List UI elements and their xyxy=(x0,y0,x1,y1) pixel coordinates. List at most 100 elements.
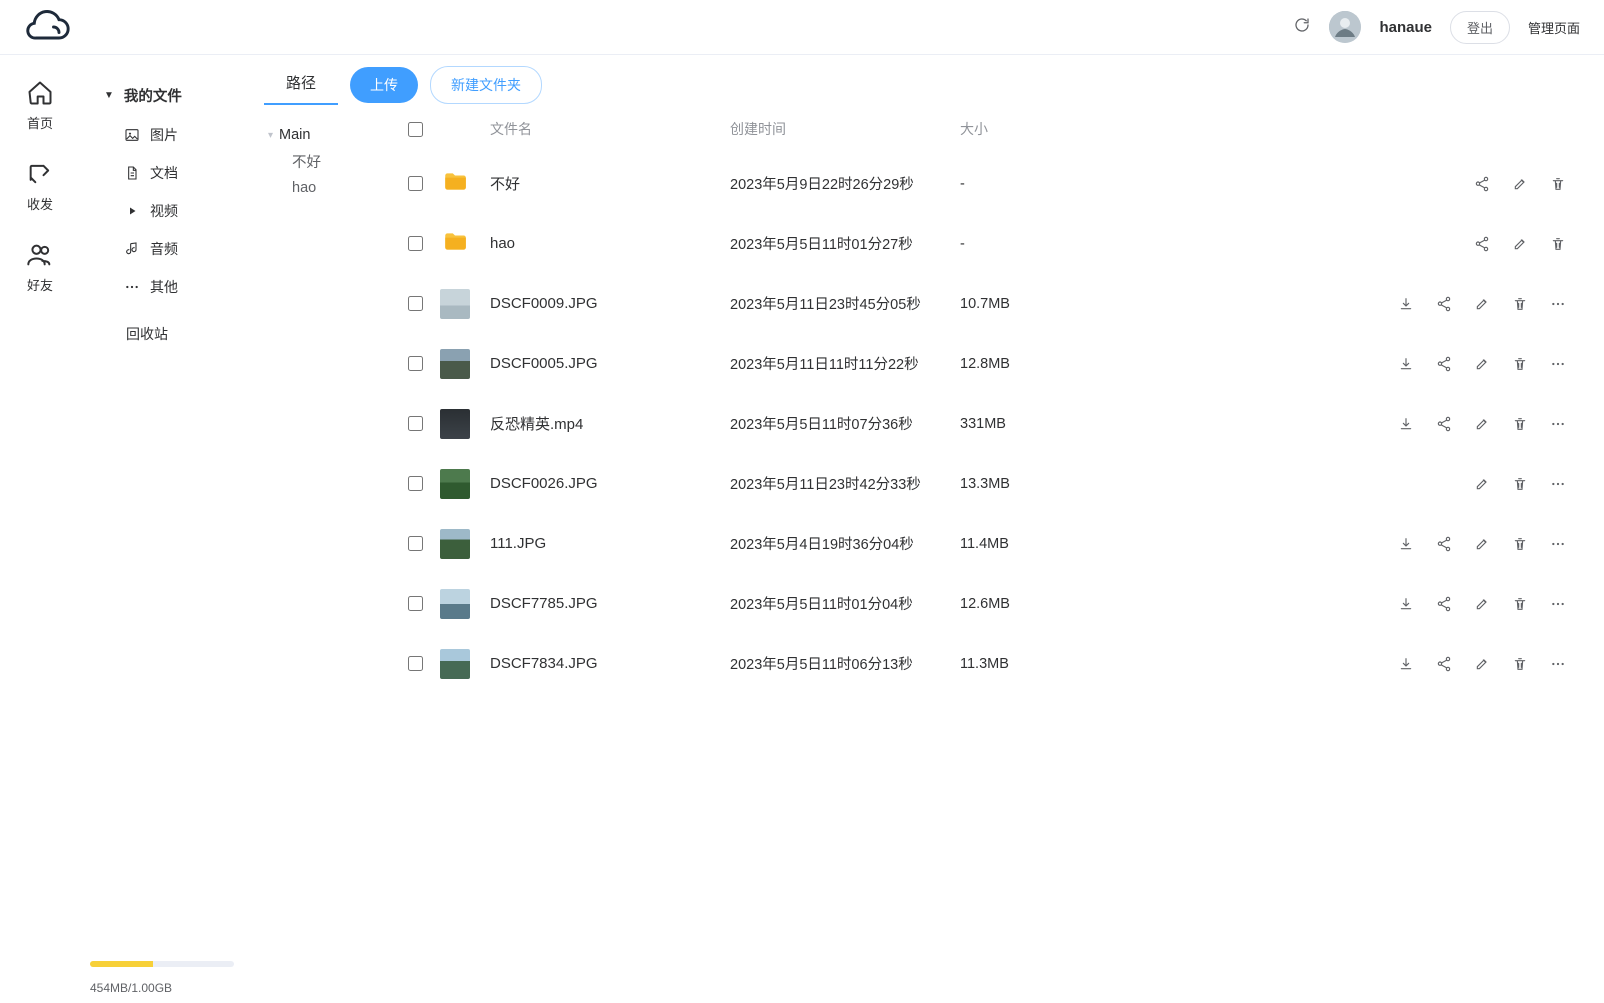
sidebar-cat-video[interactable]: 视频 xyxy=(80,192,250,230)
path-node-main[interactable]: ▾ Main xyxy=(268,123,380,147)
storage-bar xyxy=(90,961,234,967)
sidebar-cat-audio[interactable]: 音频 xyxy=(80,230,250,268)
download-icon[interactable] xyxy=(1398,416,1414,432)
sidebar-cat-image[interactable]: 图片 xyxy=(80,116,250,154)
table-row[interactable]: DSCF7834.JPG2023年5月5日11时06分13秒11.3MB xyxy=(380,633,1604,693)
row-checkbox[interactable] xyxy=(408,536,423,551)
delete-icon[interactable] xyxy=(1512,416,1528,432)
file-thumbnail xyxy=(440,289,470,319)
delete-icon[interactable] xyxy=(1512,656,1528,672)
edit-icon[interactable] xyxy=(1512,236,1528,252)
edit-icon[interactable] xyxy=(1474,656,1490,672)
delete-icon[interactable] xyxy=(1512,296,1528,312)
sidebar-cat-other[interactable]: 其他 xyxy=(80,268,250,306)
delete-icon[interactable] xyxy=(1550,176,1566,192)
path-node[interactable]: 不好 xyxy=(268,147,380,176)
delete-icon[interactable] xyxy=(1550,236,1566,252)
row-checkbox[interactable] xyxy=(408,596,423,611)
share-icon[interactable] xyxy=(1436,416,1452,432)
path-tab[interactable]: 路径 xyxy=(264,64,338,105)
avatar[interactable] xyxy=(1329,11,1361,43)
app-logo[interactable] xyxy=(24,3,72,51)
row-checkbox[interactable] xyxy=(408,656,423,671)
table-row[interactable]: DSCF0026.JPG2023年5月11日23时42分33秒13.3MB xyxy=(380,453,1604,513)
row-checkbox[interactable] xyxy=(408,416,423,431)
table-row[interactable]: hao2023年5月5日11时01分27秒- xyxy=(380,213,1604,273)
file-size: 10.7MB xyxy=(960,296,1160,312)
row-checkbox[interactable] xyxy=(408,296,423,311)
select-all-checkbox[interactable] xyxy=(408,122,423,137)
delete-icon[interactable] xyxy=(1512,356,1528,372)
file-thumbnail xyxy=(440,649,470,679)
more-icon[interactable] xyxy=(1550,476,1566,492)
nav-home-label: 首页 xyxy=(27,113,53,132)
share-icon[interactable] xyxy=(1436,656,1452,672)
sidebar-cat-doc[interactable]: 文档 xyxy=(80,154,250,192)
table-row[interactable]: DSCF7785.JPG2023年5月5日11时01分04秒12.6MB xyxy=(380,573,1604,633)
file-thumbnail xyxy=(440,589,470,619)
edit-icon[interactable] xyxy=(1474,416,1490,432)
row-checkbox[interactable] xyxy=(408,356,423,371)
more-icon[interactable] xyxy=(1550,656,1566,672)
sidebar-my-files[interactable]: ▼ 我的文件 xyxy=(80,75,250,116)
col-name: 文件名 xyxy=(490,119,730,139)
table-row[interactable]: 111.JPG2023年5月4日19时36分04秒11.4MB xyxy=(380,513,1604,573)
edit-icon[interactable] xyxy=(1474,476,1490,492)
more-icon[interactable] xyxy=(1550,356,1566,372)
edit-icon[interactable] xyxy=(1474,536,1490,552)
table-row[interactable]: DSCF0005.JPG2023年5月11日11时11分22秒12.8MB xyxy=(380,333,1604,393)
file-size: 12.8MB xyxy=(960,356,1160,372)
table-row[interactable]: 不好2023年5月9日22时26分29秒- xyxy=(380,153,1604,213)
table-row[interactable]: DSCF0009.JPG2023年5月11日23时45分05秒10.7MB xyxy=(380,273,1604,333)
share-icon[interactable] xyxy=(1436,536,1452,552)
file-name: DSCF0009.JPG xyxy=(490,295,730,312)
nav-transfer[interactable]: 收发 xyxy=(26,160,54,213)
download-icon[interactable] xyxy=(1398,356,1414,372)
edit-icon[interactable] xyxy=(1474,596,1490,612)
download-icon[interactable] xyxy=(1398,296,1414,312)
sidebar-trash-label: 回收站 xyxy=(126,326,168,342)
nav-home[interactable]: 首页 xyxy=(26,79,54,132)
sidebar-cat-image-label: 图片 xyxy=(150,125,178,145)
more-icon[interactable] xyxy=(1550,296,1566,312)
more-icon[interactable] xyxy=(1550,596,1566,612)
delete-icon[interactable] xyxy=(1512,476,1528,492)
table-row[interactable]: 反恐精英.mp42023年5月5日11时07分36秒331MB xyxy=(380,393,1604,453)
edit-icon[interactable] xyxy=(1474,356,1490,372)
admin-link[interactable]: 管理页面 xyxy=(1528,18,1580,37)
row-checkbox[interactable] xyxy=(408,236,423,251)
sidebar-cat-doc-label: 文档 xyxy=(150,163,178,183)
row-checkbox[interactable] xyxy=(408,176,423,191)
download-icon[interactable] xyxy=(1398,656,1414,672)
audio-icon xyxy=(124,241,140,257)
file-created: 2023年5月11日11时11分22秒 xyxy=(730,353,960,374)
refresh-icon[interactable] xyxy=(1293,16,1311,39)
share-icon[interactable] xyxy=(1474,176,1490,192)
new-folder-button[interactable]: 新建文件夹 xyxy=(430,66,542,104)
share-icon[interactable] xyxy=(1436,356,1452,372)
more-icon[interactable] xyxy=(1550,416,1566,432)
download-icon[interactable] xyxy=(1398,536,1414,552)
edit-icon[interactable] xyxy=(1474,296,1490,312)
file-size: - xyxy=(960,236,1160,252)
download-icon[interactable] xyxy=(1398,596,1414,612)
row-checkbox[interactable] xyxy=(408,476,423,491)
share-icon[interactable] xyxy=(1436,296,1452,312)
upload-button[interactable]: 上传 xyxy=(350,67,418,103)
folder-icon xyxy=(440,243,470,259)
file-name: DSCF7834.JPG xyxy=(490,655,730,672)
more-icon[interactable] xyxy=(1550,536,1566,552)
edit-icon[interactable] xyxy=(1512,176,1528,192)
share-icon[interactable] xyxy=(1436,596,1452,612)
logout-button[interactable]: 登出 xyxy=(1450,11,1510,44)
nav-friends[interactable]: 好友 xyxy=(26,241,54,294)
file-size: 11.3MB xyxy=(960,656,1160,672)
delete-icon[interactable] xyxy=(1512,596,1528,612)
delete-icon[interactable] xyxy=(1512,536,1528,552)
file-size: 12.6MB xyxy=(960,596,1160,612)
transfer-icon xyxy=(26,160,54,188)
sidebar-trash[interactable]: 回收站 xyxy=(80,306,250,356)
file-name: DSCF0026.JPG xyxy=(490,475,730,492)
path-node[interactable]: hao xyxy=(268,176,380,200)
share-icon[interactable] xyxy=(1474,236,1490,252)
